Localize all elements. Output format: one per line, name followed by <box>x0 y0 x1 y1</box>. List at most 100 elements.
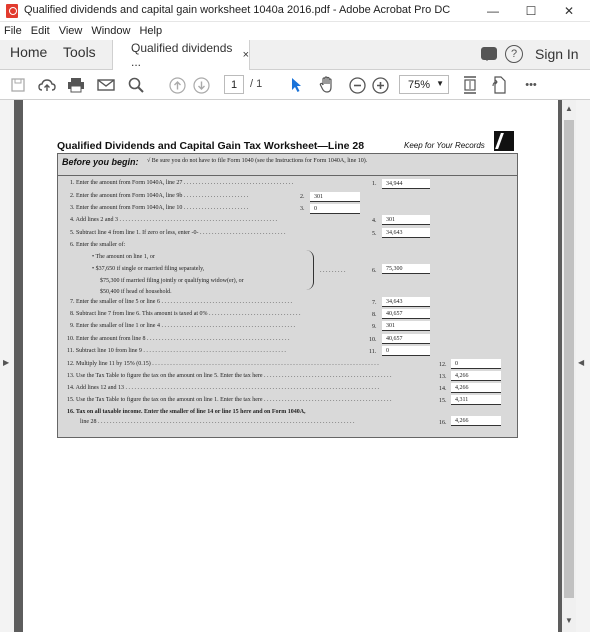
line-7-field[interactable]: 34,643 <box>382 297 430 307</box>
menu-file[interactable]: File <box>4 25 22 37</box>
previous-page-icon[interactable] <box>168 76 186 94</box>
fit-page-icon[interactable] <box>462 76 478 94</box>
next-page-icon[interactable] <box>192 76 210 94</box>
line-6-option: $50,400 if head of household. <box>100 289 172 295</box>
tab-document-label: Qualified dividends ... <box>131 41 233 69</box>
line-16-text: 16. Tax on all taxable income. Enter the… <box>67 409 306 415</box>
line-2-field[interactable]: 301 <box>310 192 360 202</box>
line-4-field[interactable]: 301 <box>382 215 430 225</box>
chevron-down-icon: ▼ <box>436 79 444 88</box>
tab-home[interactable]: Home <box>10 44 47 60</box>
tab-document[interactable]: Qualified dividends ... × <box>112 40 250 70</box>
line-15-number: 15. <box>439 398 447 404</box>
scroll-up-icon[interactable]: ▲ <box>565 104 573 113</box>
line-5-field[interactable]: 34,643 <box>382 228 430 238</box>
line-1-text: 1. Enter the amount from Form 1040A, lin… <box>70 180 294 186</box>
line-14-number: 14. <box>439 386 447 392</box>
select-cursor-icon[interactable] <box>290 76 304 94</box>
maximize-button[interactable]: ☐ <box>514 0 548 22</box>
window-title: Qualified dividends and capital gain wor… <box>24 4 451 16</box>
line-11-field[interactable]: 0 <box>382 346 430 356</box>
line-14-text: 14. Add lines 12 and 13 . . . . . . . . … <box>67 385 379 391</box>
line-15-text: 15. Use the Tax Table to figure the tax … <box>67 397 392 403</box>
line-5-number: 5. <box>372 231 377 237</box>
line-6-text: 6. Enter the smaller of: <box>70 242 126 248</box>
comment-icon[interactable] <box>481 47 497 61</box>
help-icon[interactable]: ? <box>505 45 523 63</box>
zoom-level-select[interactable]: 75% ▼ <box>399 75 449 94</box>
rotate-view-icon[interactable] <box>491 76 507 94</box>
line-8-number: 8. <box>372 312 377 318</box>
before-you-begin-text: √ Be sure you do not have to file Form 1… <box>147 158 368 164</box>
tab-tools[interactable]: Tools <box>63 44 96 60</box>
line-8-field[interactable]: 40,657 <box>382 309 430 319</box>
save-icon[interactable] <box>10 76 26 94</box>
acrobat-app-icon <box>6 4 18 18</box>
zoom-in-icon[interactable] <box>371 76 389 94</box>
upload-cloud-icon[interactable] <box>38 76 56 94</box>
line-6-option: • The amount on line 1, or <box>92 254 155 260</box>
page-number-input[interactable]: 1 <box>224 75 244 94</box>
scrollbar-thumb[interactable] <box>564 120 574 598</box>
line-6-field[interactable]: 75,300 <box>382 264 430 274</box>
toolbar: 1 / 1 75% ▼ ••• <box>0 70 590 100</box>
close-window-button[interactable]: ✕ <box>552 0 586 22</box>
line-6-number: 6. <box>372 268 377 274</box>
sign-in-link[interactable]: Sign In <box>535 46 579 62</box>
menu-bar: File Edit View Window Help <box>0 22 590 40</box>
line-4-text: 4. Add lines 2 and 3 . . . . . . . . . .… <box>70 217 277 223</box>
line-9-text: 9. Enter the smaller of line 1 or line 4… <box>70 323 295 329</box>
minimize-button[interactable]: — <box>476 0 510 22</box>
line-9-field[interactable]: 301 <box>382 321 430 331</box>
menu-help[interactable]: Help <box>139 25 162 37</box>
line-1-field[interactable]: 34,944 <box>382 179 430 189</box>
line-2-number: 2. <box>300 194 305 200</box>
scroll-down-icon[interactable]: ▼ <box>565 616 573 625</box>
keep-for-records-note: Keep for Your Records <box>404 141 485 150</box>
expand-left-pane-icon[interactable]: ▶ <box>3 358 9 367</box>
hand-tool-icon[interactable] <box>318 76 336 94</box>
line-3-text: 3. Enter the amount from Form 1040A, lin… <box>70 205 249 211</box>
page-total: / 1 <box>250 78 263 90</box>
worksheet-title: Qualified Dividends and Capital Gain Tax… <box>57 140 365 152</box>
line-14-field[interactable]: 4,266 <box>451 383 501 393</box>
line-6-option: $75,300 if married filing jointly or qua… <box>100 278 244 284</box>
line-5-text: 5. Subtract line 4 from line 1. If zero … <box>70 230 286 236</box>
line-7-number: 7. <box>372 300 377 306</box>
line-11-number: 11. <box>369 349 377 355</box>
expand-right-pane-icon[interactable]: ◀ <box>578 358 584 367</box>
before-you-begin-label: Before you begin: <box>62 157 139 167</box>
tab-bar: Home Tools Qualified dividends ... × ? S… <box>0 40 590 70</box>
line-15-field[interactable]: 4,311 <box>451 395 501 405</box>
email-icon[interactable] <box>97 76 115 94</box>
irs-logo-icon <box>494 131 514 151</box>
close-tab-icon[interactable]: × <box>243 49 249 61</box>
line-6-leader: . . . . . . . . . <box>320 268 346 274</box>
line-10-field[interactable]: 40,657 <box>382 334 430 344</box>
line-9-number: 9. <box>372 324 377 330</box>
zoom-out-icon[interactable] <box>348 76 366 94</box>
line-3-number: 3. <box>300 206 305 212</box>
menu-view[interactable]: View <box>59 25 83 37</box>
zoom-level-value: 75% <box>408 78 431 91</box>
line-7-text: 7. Enter the smaller of line 5 or line 6… <box>70 299 292 305</box>
line-6-brace <box>306 250 314 290</box>
line-16-continuation: line 28 . . . . . . . . . . . . . . . . … <box>80 419 355 425</box>
line-6-option: • $37,650 if single or married filing se… <box>92 266 205 272</box>
vertical-scrollbar[interactable]: ▲ ▼ <box>562 100 576 632</box>
line-12-number: 12. <box>439 362 447 368</box>
line-16-field[interactable]: 4,266 <box>451 416 501 426</box>
line-10-number: 10. <box>369 337 377 343</box>
line-13-number: 13. <box>439 374 447 380</box>
search-icon[interactable] <box>127 76 145 94</box>
more-tools-icon[interactable]: ••• <box>520 76 542 94</box>
line-4-number: 4. <box>372 218 377 224</box>
line-12-field[interactable]: 0 <box>451 359 501 369</box>
line-13-field[interactable]: 4,266 <box>451 371 501 381</box>
print-icon[interactable] <box>67 76 85 94</box>
menu-edit[interactable]: Edit <box>31 25 50 37</box>
title-bar: Qualified dividends and capital gain wor… <box>0 0 590 22</box>
line-3-field[interactable]: 0 <box>310 204 360 214</box>
menu-window[interactable]: Window <box>91 25 130 37</box>
line-2-text: 2. Enter the amount from Form 1040A, lin… <box>70 193 249 199</box>
